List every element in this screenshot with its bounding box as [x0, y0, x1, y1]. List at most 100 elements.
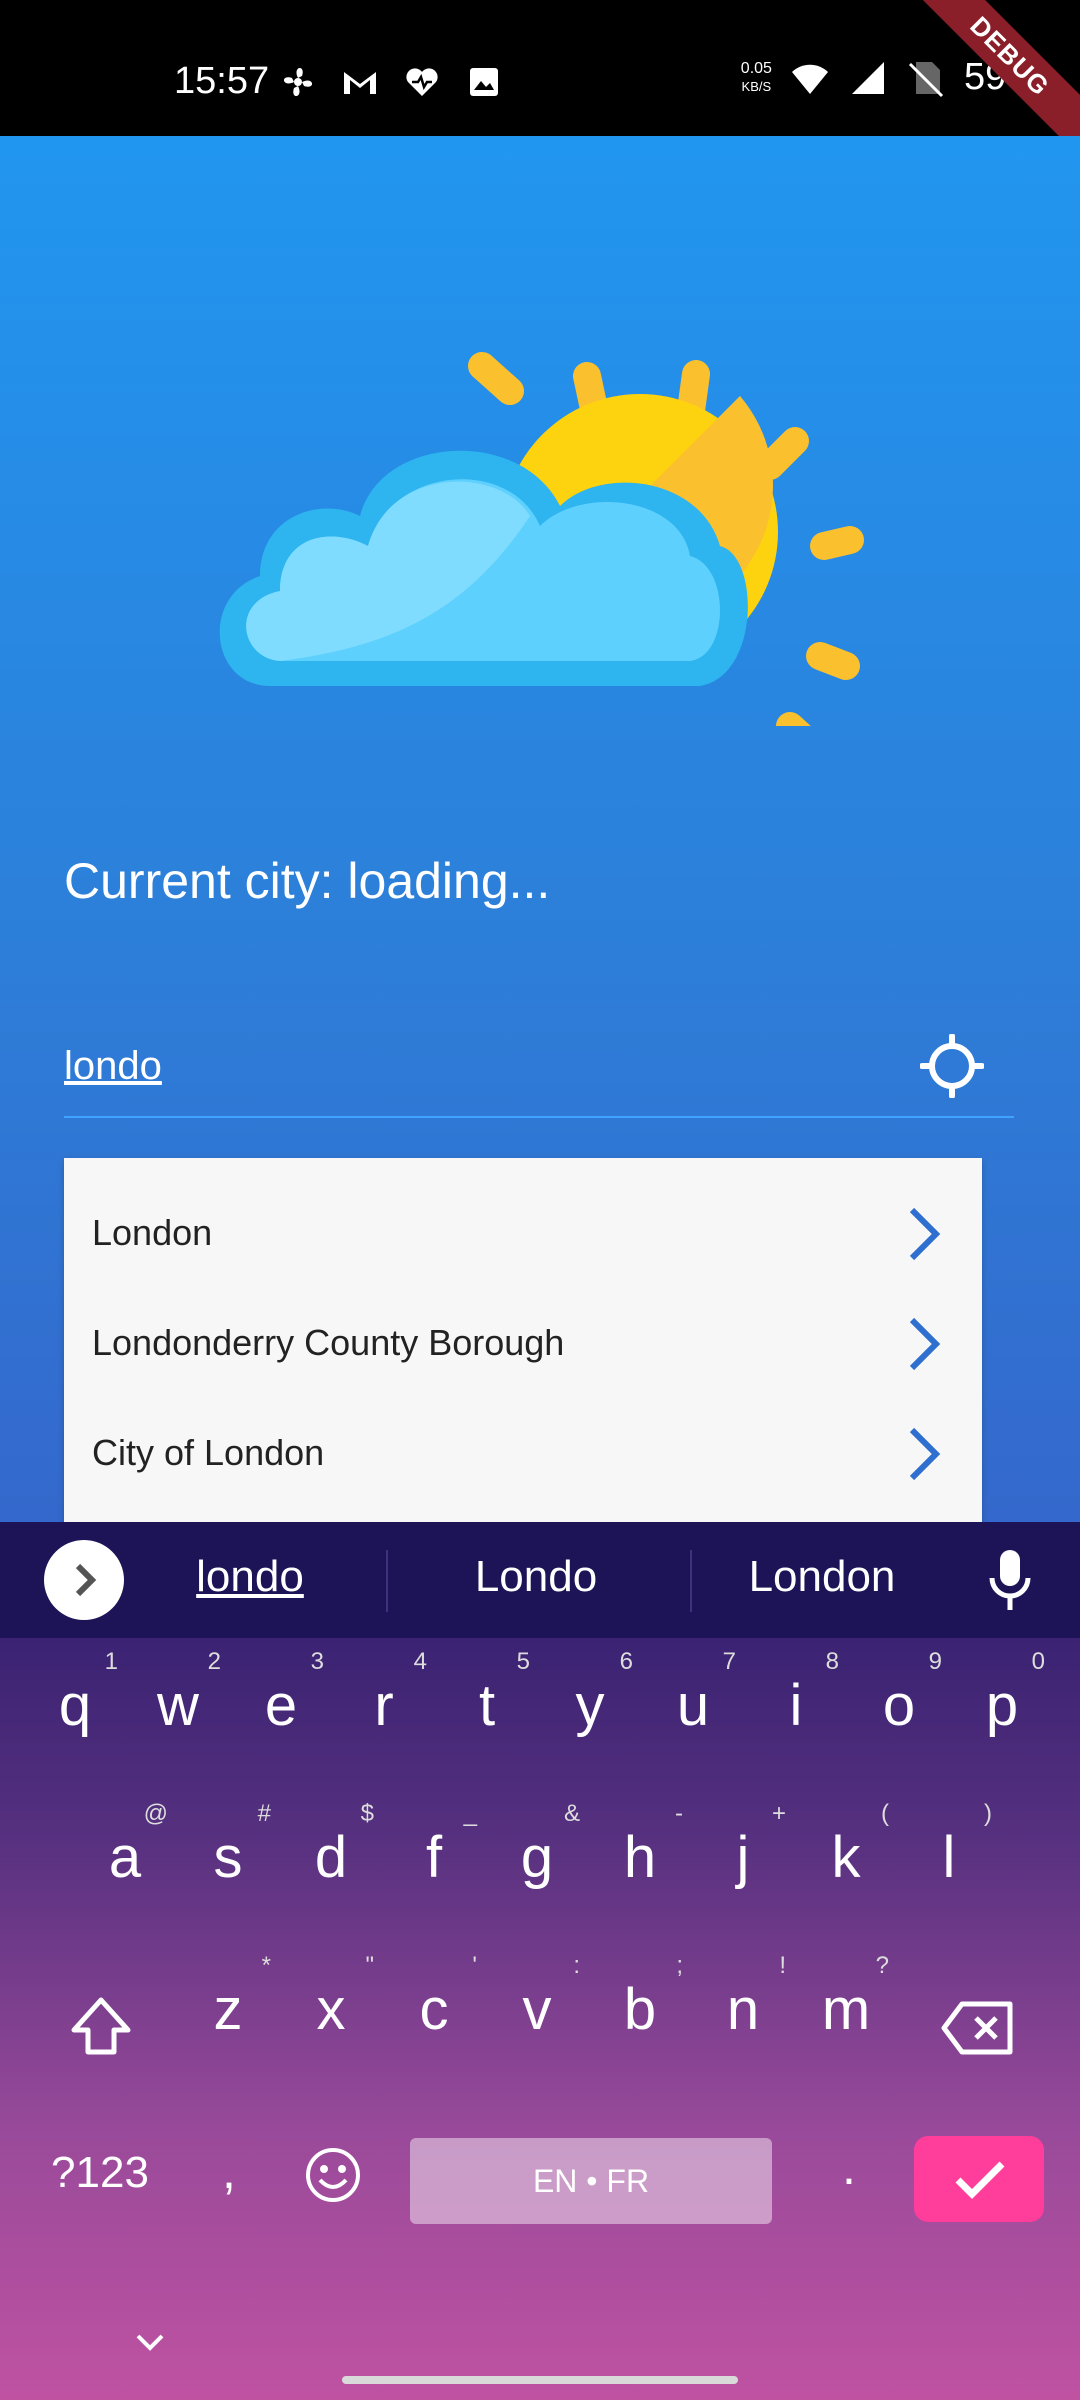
key-s[interactable]: s #: [183, 1800, 273, 1891]
key-hint: ': [472, 1952, 477, 1979]
key-b[interactable]: b;: [595, 1952, 685, 2043]
key-hint: _: [463, 1800, 477, 1827]
key-y[interactable]: y6: [545, 1648, 635, 1739]
key-hint: :: [573, 1952, 580, 1979]
key-k[interactable]: k(: [801, 1800, 891, 1891]
key-z[interactable]: z *: [183, 1952, 273, 2043]
key-label: a: [108, 1825, 142, 1890]
key-label: p: [985, 1673, 1019, 1738]
key-label: e: [264, 1673, 298, 1738]
suggestion-item[interactable]: City of London: [64, 1398, 982, 1508]
key-label: n: [726, 1977, 760, 2042]
key-hint: +: [771, 1800, 786, 1827]
key-o[interactable]: o9: [854, 1648, 944, 1739]
checkmark-icon: [955, 2161, 1005, 2199]
key-label: w: [157, 1673, 199, 1738]
notification-icons: [278, 62, 504, 102]
suggestion-item[interactable]: Londonderry County Borough: [64, 1288, 982, 1398]
key-hint: 4: [413, 1648, 427, 1675]
keyboard-suggestion[interactable]: londo: [120, 1552, 380, 1602]
key-x[interactable]: x ": [286, 1952, 376, 2043]
key-hint: (: [881, 1800, 889, 1827]
key-v[interactable]: v:: [492, 1952, 582, 2043]
key-d[interactable]: d $: [286, 1800, 376, 1891]
home-indicator[interactable]: [342, 2376, 738, 2384]
key-hint: 7: [722, 1648, 736, 1675]
key-u[interactable]: u7: [648, 1648, 738, 1739]
key-hint: -: [675, 1800, 683, 1827]
key-label: x: [316, 1977, 346, 2042]
key-hint: 5: [516, 1648, 530, 1675]
key-label: v: [522, 1977, 552, 2042]
expand-toolbar-button[interactable]: [44, 1540, 124, 1620]
enter-button[interactable]: [914, 2136, 1044, 2222]
suggestion-label: London: [92, 1212, 213, 1253]
key-h[interactable]: h-: [595, 1800, 685, 1891]
keyboard-suggestion[interactable]: Londo: [406, 1552, 666, 1602]
key-label: u: [676, 1673, 710, 1738]
key-label: b: [623, 1977, 657, 2042]
key-r[interactable]: r4: [339, 1648, 429, 1739]
key-label: l: [942, 1825, 956, 1890]
period-key[interactable]: .: [804, 2138, 894, 2196]
city-suggestions: London Londonderry County Borough City o…: [64, 1158, 982, 1522]
key-label: r: [374, 1673, 394, 1738]
net-speed-unit: KB/S: [741, 78, 772, 94]
key-t[interactable]: t5: [442, 1648, 532, 1739]
keyboard-suggestion[interactable]: London: [692, 1552, 952, 1602]
weather-app: Current city: loading... London Londonde…: [0, 136, 1080, 1522]
key-l[interactable]: l): [904, 1800, 994, 1891]
key-a[interactable]: a @: [80, 1800, 170, 1891]
hide-keyboard-icon[interactable]: [132, 2330, 168, 2354]
key-f[interactable]: f _: [389, 1800, 479, 1891]
key-hint: ): [984, 1800, 992, 1827]
key-hint: !: [779, 1952, 786, 1979]
chevron-right-icon: [909, 1207, 941, 1261]
city-search-input[interactable]: [64, 1036, 864, 1096]
mic-icon[interactable]: [988, 1548, 1032, 1612]
key-hint: @: [143, 1800, 168, 1827]
backspace-icon[interactable]: [940, 2000, 1016, 2056]
key-label: m: [821, 1977, 871, 2042]
key-w[interactable]: w2: [133, 1648, 223, 1739]
key-j[interactable]: j +: [698, 1800, 788, 1891]
space-bar[interactable]: EN • FR: [410, 2138, 772, 2224]
key-c[interactable]: c ': [389, 1952, 479, 2043]
key-hint: $: [360, 1800, 374, 1827]
key-q[interactable]: q1: [30, 1648, 120, 1739]
suggestion-label: Londonderry County Borough: [92, 1322, 565, 1363]
key-n[interactable]: n!: [698, 1952, 788, 2043]
key-hint: &: [563, 1800, 580, 1827]
chevron-right-icon: [909, 1427, 941, 1481]
divider: [386, 1550, 388, 1612]
image-icon: [470, 68, 498, 96]
key-label: f: [425, 1825, 443, 1890]
no-sim-icon: [908, 61, 943, 97]
key-g[interactable]: g &: [492, 1800, 582, 1891]
key-p[interactable]: p0: [957, 1648, 1047, 1739]
suggestion-item[interactable]: London: [64, 1178, 982, 1288]
key-label: k: [831, 1825, 861, 1890]
emoji-icon[interactable]: [304, 2146, 362, 2204]
net-speed-value: 0.05: [740, 59, 772, 77]
key-label: j: [736, 1825, 750, 1890]
current-city-label: Current city: loading...: [64, 853, 551, 909]
key-e[interactable]: e3: [236, 1648, 326, 1739]
key-label: o: [882, 1673, 916, 1738]
shift-icon[interactable]: [66, 1992, 136, 2062]
symbols-key[interactable]: ?123: [40, 2148, 160, 2198]
city-search: [64, 1016, 1014, 1118]
comma-key[interactable]: ,: [184, 2142, 274, 2200]
key-hint: 6: [619, 1648, 633, 1675]
key-label: c: [419, 1977, 449, 2042]
key-hint: ": [365, 1952, 374, 1979]
status-time: 15:57: [174, 60, 270, 102]
key-label: q: [58, 1673, 92, 1738]
key-label: h: [623, 1825, 657, 1890]
key-i[interactable]: i8: [751, 1648, 841, 1739]
key-m[interactable]: m?: [801, 1952, 891, 2043]
key-hint: 8: [825, 1648, 839, 1675]
crosshair-icon[interactable]: [920, 1034, 984, 1098]
key-label: d: [314, 1825, 348, 1890]
partly-cloudy-icon: [219, 352, 864, 726]
